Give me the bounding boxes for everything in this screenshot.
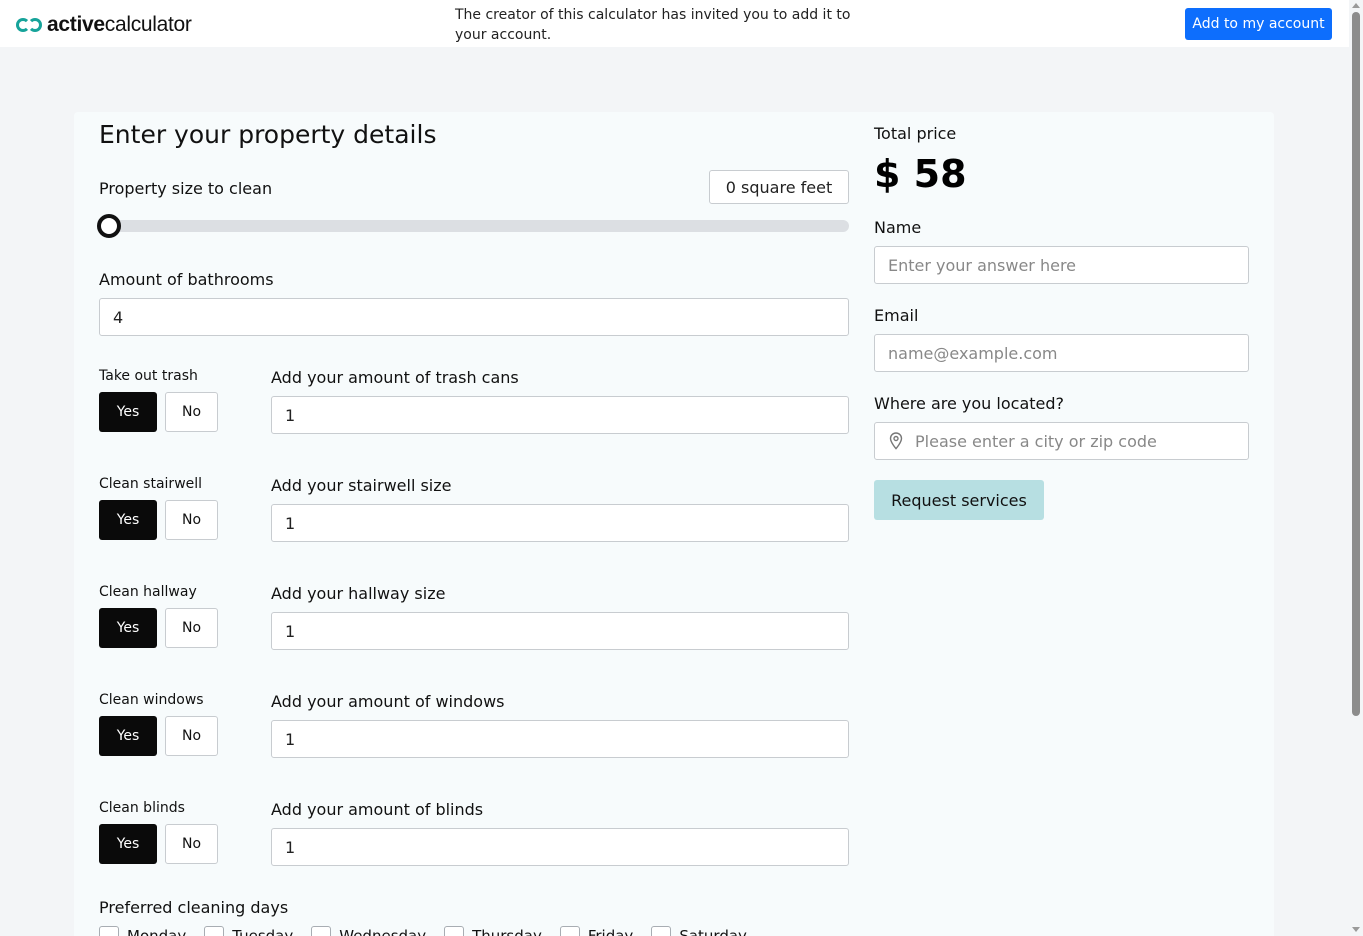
clean-stairwell-field-input[interactable]: 1 [271,504,849,542]
clean-hallway-field-input[interactable]: 1 [271,612,849,650]
clean-hallway-field-label: Add your hallway size [271,584,446,603]
clean-blinds-yes-button[interactable]: Yes [99,824,157,864]
day-option-tuesday[interactable]: Tuesday [204,926,293,936]
day-label: Saturday [679,927,747,936]
clean-hallway-yes-button[interactable]: Yes [99,608,157,648]
day-label: Monday [127,927,187,936]
clean-blinds-field-input[interactable]: 1 [271,828,849,866]
activecalculator-logo[interactable]: activecalculator [16,13,192,37]
day-checkbox[interactable] [559,926,580,936]
clean-stairwell-field-label: Add your stairwell size [271,476,452,495]
clean-blinds-no-button[interactable]: No [165,824,218,864]
form-heading: Enter your property details [99,120,437,149]
top-bar: activecalculator The creator of this cal… [0,0,1349,47]
clean-windows-field-input[interactable]: 1 [271,720,849,758]
location-input[interactable]: Please enter a city or zip code [874,422,1249,460]
total-price-value: $ 58 [874,152,967,196]
clean-stairwell-yes-button[interactable]: Yes [99,500,157,540]
invite-notice: The creator of this calculator has invit… [455,7,851,43]
name-label: Name [874,218,922,237]
preferred-days-checkboxes: Monday Tuesday Wednesday Thursday Friday Satu… [99,926,747,936]
take-out-trash-yes-button[interactable]: Yes [99,392,157,432]
day-checkbox[interactable] [311,926,332,936]
take-out-trash-question: Take out trash [99,368,198,384]
clean-hallway-no-button[interactable]: No [165,608,218,648]
logo-text-light: calculator [104,13,192,36]
day-label: Tuesday [232,927,294,936]
clean-windows-no-button[interactable]: No [165,716,218,756]
preferred-days-label: Preferred cleaning days [99,898,289,917]
day-checkbox[interactable] [204,926,225,936]
clean-blinds-question: Clean blinds [99,800,185,816]
bathrooms-label: Amount of bathrooms [99,270,274,289]
location-label: Where are you located? [874,394,1065,413]
take-out-trash-field-label: Add your amount of trash cans [271,368,519,387]
clean-windows-question: Clean windows [99,692,204,708]
property-size-slider-track[interactable] [108,220,849,232]
clean-stairwell-question: Clean stairwell [99,476,203,492]
take-out-trash-no-button[interactable]: No [165,392,218,432]
request-services-button[interactable]: Request services [874,480,1044,520]
clean-stairwell-no-button[interactable]: No [165,500,218,540]
day-checkbox[interactable] [444,926,465,936]
day-label: Thursday [472,927,542,936]
day-label: Wednesday [339,927,427,936]
scrollbar-thumb[interactable] [1352,12,1360,716]
take-out-trash-field-input[interactable]: 1 [271,396,849,434]
day-option-wednesday[interactable]: Wednesday [311,926,426,936]
add-to-account-button[interactable]: Add to my account [1185,8,1332,40]
logo-icon [16,16,44,34]
day-option-saturday[interactable]: Saturday [651,926,747,936]
day-checkbox[interactable] [651,926,672,936]
clean-windows-yes-button[interactable]: Yes [99,716,157,756]
property-size-slider-thumb[interactable] [97,214,121,238]
day-checkbox[interactable] [99,926,119,936]
location-pin-icon [889,432,903,450]
bathrooms-input[interactable]: 4 [99,298,849,336]
clean-windows-field-label: Add your amount of windows [271,692,505,711]
email-input[interactable]: name@example.com [874,334,1249,372]
scroll-up-arrow-icon[interactable] [1352,3,1360,8]
day-option-monday[interactable]: Monday [99,926,186,936]
scroll-down-arrow-icon[interactable] [1352,927,1360,932]
email-label: Email [874,306,919,325]
logo-text-bold: active [47,13,105,36]
clean-blinds-field-label: Add your amount of blinds [271,800,484,819]
total-price-label: Total price [874,124,957,143]
day-option-thursday[interactable]: Thursday [444,926,542,936]
property-size-value-box[interactable]: 0 square feet [709,170,849,204]
day-option-friday[interactable]: Friday [559,926,634,936]
day-label: Friday [587,927,634,936]
clean-hallway-question: Clean hallway [99,584,197,600]
page-scrollbar[interactable] [1349,0,1363,936]
property-size-label: Property size to clean [99,179,273,198]
location-placeholder-text: Please enter a city or zip code [915,431,1157,451]
name-input[interactable]: Enter your answer here [874,246,1249,284]
